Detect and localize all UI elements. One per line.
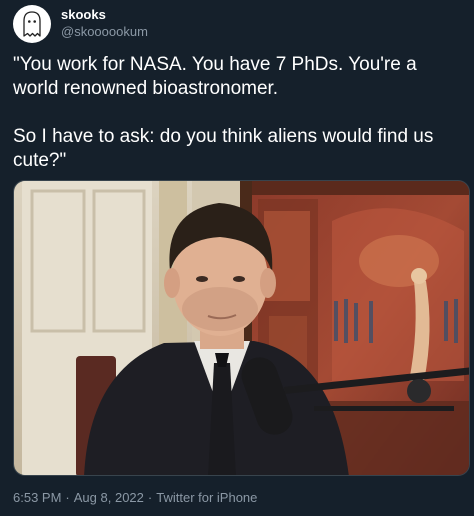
tweet-date[interactable]: Aug 8, 2022 [74,490,144,505]
meta-separator: · [147,490,153,505]
author-handle[interactable]: @skoooookum [61,24,148,39]
ghost-icon [23,11,41,37]
tweet-time[interactable]: 6:53 PM [13,490,61,505]
tweet-paragraph: "You work for NASA. You have 7 PhDs. You… [13,54,417,99]
tweet-photo[interactable] [13,180,470,476]
meta-separator: · [65,490,70,505]
tweet-text: "You work for NASA. You have 7 PhDs. You… [13,53,463,173]
avatar[interactable] [13,5,51,43]
photo-illustration [14,181,469,475]
tweet-paragraph: So I have to ask: do you think aliens wo… [13,126,434,171]
author-display-name[interactable]: skooks [61,7,106,22]
tweet-source[interactable]: Twitter for iPhone [156,490,257,505]
tweet-meta: 6:53 PM · Aug 8, 2022 · Twitter for iPhone [13,490,257,505]
